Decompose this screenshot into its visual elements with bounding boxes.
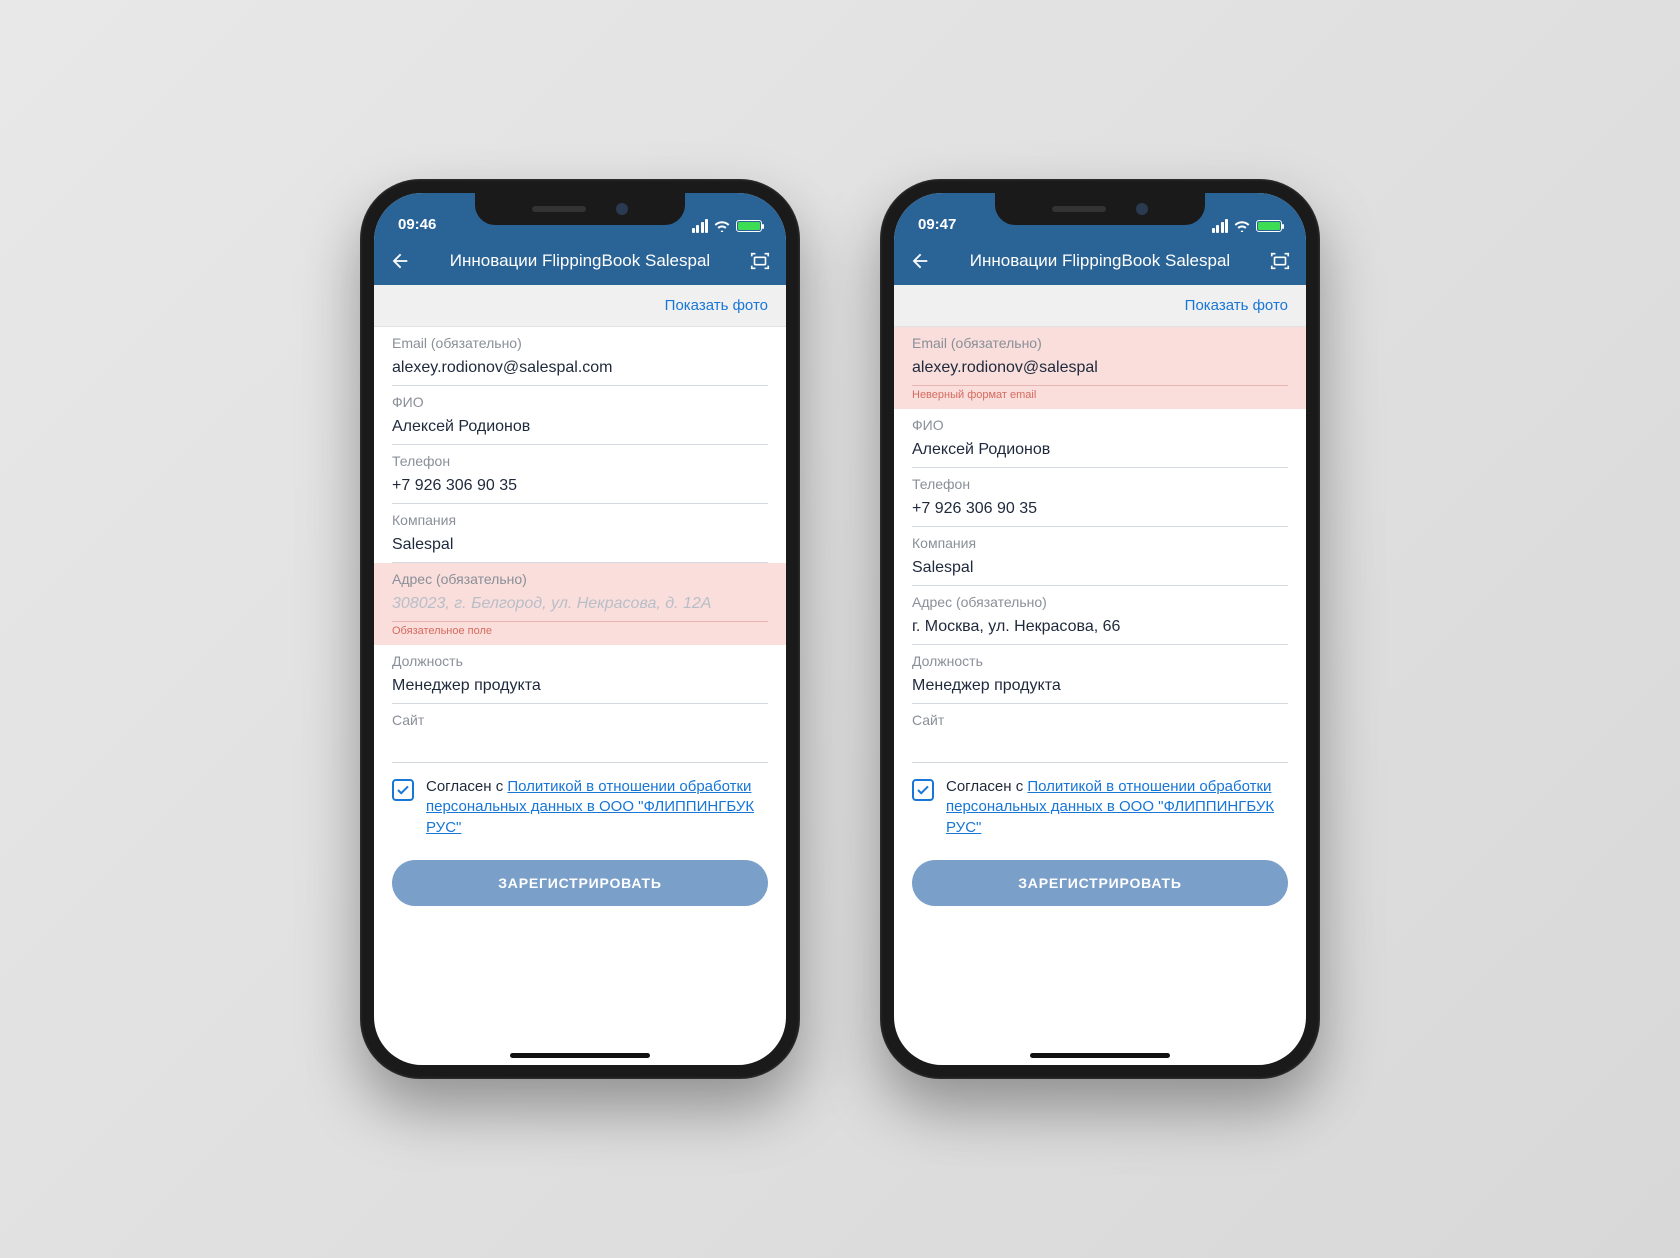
signal-bars-icon <box>1212 219 1229 233</box>
phone-input[interactable] <box>912 494 1288 527</box>
company-label: Компания <box>392 512 768 528</box>
back-arrow-icon[interactable] <box>908 249 932 273</box>
site-input[interactable] <box>912 730 1288 763</box>
address-input[interactable] <box>392 589 768 622</box>
position-label: Должность <box>912 653 1288 669</box>
scan-card-icon[interactable] <box>748 249 772 273</box>
email-error: Неверный формат email <box>912 386 1288 407</box>
form-scroll[interactable]: Email (обязательно) ФИО Телефон Компания… <box>374 327 786 1065</box>
email-label: Email (обязательно) <box>912 335 1288 351</box>
consent-row: Согласен с Политикой в отношении обработ… <box>392 777 768 838</box>
position-input[interactable] <box>392 671 768 704</box>
field-fio: ФИО <box>374 386 786 445</box>
fio-label: ФИО <box>912 417 1288 433</box>
show-photo-link[interactable]: Показать фото <box>665 297 768 314</box>
email-input[interactable] <box>392 353 768 386</box>
consent-text: Согласен с Политикой в отношении обработ… <box>946 777 1288 838</box>
phone-mockup-left: 09:46 Инновации FlippingBook Salespal По… <box>360 179 800 1079</box>
status-time: 09:47 <box>918 216 956 233</box>
field-site: Сайт <box>894 704 1306 763</box>
consent-checkbox[interactable] <box>392 779 414 801</box>
site-label: Сайт <box>392 712 768 728</box>
page-title: Инновации FlippingBook Salespal <box>422 251 738 271</box>
sub-toolbar: Показать фото <box>374 285 786 327</box>
check-icon <box>397 785 409 795</box>
field-company: Компания <box>374 504 786 563</box>
address-label: Адрес (обязательно) <box>912 594 1288 610</box>
field-email: Email (обязательно) <box>374 327 786 386</box>
site-label: Сайт <box>912 712 1288 728</box>
status-time: 09:46 <box>398 216 436 233</box>
fio-label: ФИО <box>392 394 768 410</box>
position-input[interactable] <box>912 671 1288 704</box>
company-input[interactable] <box>392 530 768 563</box>
scan-card-icon[interactable] <box>1268 249 1292 273</box>
field-site: Сайт <box>374 704 786 763</box>
phone-input[interactable] <box>392 471 768 504</box>
field-phone: Телефон <box>894 468 1306 527</box>
field-address: Адрес (обязательно) <box>894 586 1306 645</box>
field-company: Компания <box>894 527 1306 586</box>
phone-notch <box>475 193 685 225</box>
register-button[interactable]: ЗАРЕГИСТРИРОВАТЬ <box>392 860 768 906</box>
company-input[interactable] <box>912 553 1288 586</box>
company-label: Компания <box>912 535 1288 551</box>
home-indicator <box>510 1053 650 1058</box>
fio-input[interactable] <box>392 412 768 445</box>
register-button[interactable]: ЗАРЕГИСТРИРОВАТЬ <box>912 860 1288 906</box>
page-title: Инновации FlippingBook Salespal <box>942 251 1258 271</box>
sub-toolbar: Показать фото <box>894 285 1306 327</box>
show-photo-link[interactable]: Показать фото <box>1185 297 1288 314</box>
battery-icon <box>1256 220 1282 232</box>
nav-header: Инновации FlippingBook Salespal <box>374 237 786 285</box>
battery-icon <box>736 220 762 232</box>
field-phone: Телефон <box>374 445 786 504</box>
form-scroll[interactable]: Email (обязательно) Неверный формат emai… <box>894 327 1306 1065</box>
address-input[interactable] <box>912 612 1288 645</box>
signal-bars-icon <box>692 219 709 233</box>
back-arrow-icon[interactable] <box>388 249 412 273</box>
fio-input[interactable] <box>912 435 1288 468</box>
address-error: Обязательное поле <box>392 622 768 643</box>
phone-label: Телефон <box>392 453 768 469</box>
email-label: Email (обязательно) <box>392 335 768 351</box>
home-indicator <box>1030 1053 1170 1058</box>
consent-checkbox[interactable] <box>912 779 934 801</box>
consent-prefix: Согласен с <box>426 778 507 795</box>
field-position: Должность <box>374 645 786 704</box>
phone-notch <box>995 193 1205 225</box>
nav-header: Инновации FlippingBook Salespal <box>894 237 1306 285</box>
site-input[interactable] <box>392 730 768 763</box>
phone-label: Телефон <box>912 476 1288 492</box>
check-icon <box>917 785 929 795</box>
position-label: Должность <box>392 653 768 669</box>
field-address: Адрес (обязательно) Обязательное поле <box>374 563 786 645</box>
field-email: Email (обязательно) Неверный формат emai… <box>894 327 1306 409</box>
wifi-icon <box>1234 220 1250 232</box>
consent-prefix: Согласен с <box>946 778 1027 795</box>
consent-text: Согласен с Политикой в отношении обработ… <box>426 777 768 838</box>
address-label: Адрес (обязательно) <box>392 571 768 587</box>
email-input[interactable] <box>912 353 1288 386</box>
field-position: Должность <box>894 645 1306 704</box>
wifi-icon <box>714 220 730 232</box>
phone-mockup-right: 09:47 Инновации FlippingBook Salespal По… <box>880 179 1320 1079</box>
consent-row: Согласен с Политикой в отношении обработ… <box>912 777 1288 838</box>
field-fio: ФИО <box>894 409 1306 468</box>
